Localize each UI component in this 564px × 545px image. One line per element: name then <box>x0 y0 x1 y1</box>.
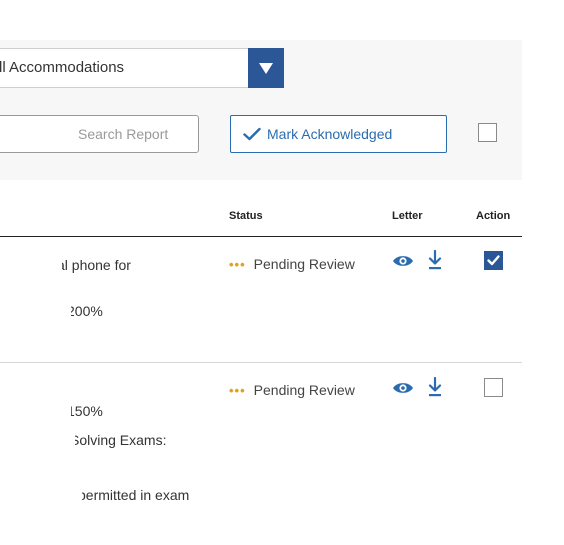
search-input[interactable] <box>0 115 199 153</box>
column-header-letter[interactable]: Letter <box>392 210 423 222</box>
download-icon[interactable] <box>428 250 442 270</box>
checkmark-icon <box>243 127 261 141</box>
eye-icon[interactable] <box>392 381 414 395</box>
row1-accommodation-line1: al phone for <box>57 257 131 273</box>
select-all-checkbox[interactable] <box>478 123 497 142</box>
row2-accommodation-line3: permitted in exam <box>78 487 190 503</box>
eye-icon[interactable] <box>392 254 414 268</box>
row-divider <box>0 362 522 363</box>
accommodation-select[interactable]: All Accommodations <box>0 48 254 88</box>
checkmark-icon <box>487 255 500 266</box>
mark-acknowledged-button[interactable]: Mark Acknowledged <box>230 115 447 153</box>
column-header-status[interactable]: Status <box>229 210 263 222</box>
row1-status-label: Pending Review <box>253 256 355 272</box>
row2-status-label: Pending Review <box>253 382 355 398</box>
pending-icon: ••• <box>229 256 246 272</box>
row1-accommodation-line2: 200% <box>67 303 103 319</box>
download-icon[interactable] <box>428 377 442 397</box>
column-header-action[interactable]: Action <box>476 210 510 222</box>
row1-checkbox[interactable] <box>484 251 503 270</box>
row1-status: ••• Pending Review <box>229 256 355 272</box>
row2-accommodation-line1: 150% <box>67 403 103 419</box>
dropdown-arrow-icon[interactable] <box>248 48 284 88</box>
row2-checkbox[interactable] <box>484 378 503 397</box>
mark-acknowledged-label: Mark Acknowledged <box>267 126 393 142</box>
table-header-divider <box>0 236 522 237</box>
row2-accommodation-line2: Solving Exams: <box>70 432 167 448</box>
pending-icon: ••• <box>229 382 246 398</box>
row2-status: ••• Pending Review <box>229 382 355 398</box>
accommodation-select-value: All Accommodations <box>0 59 125 76</box>
